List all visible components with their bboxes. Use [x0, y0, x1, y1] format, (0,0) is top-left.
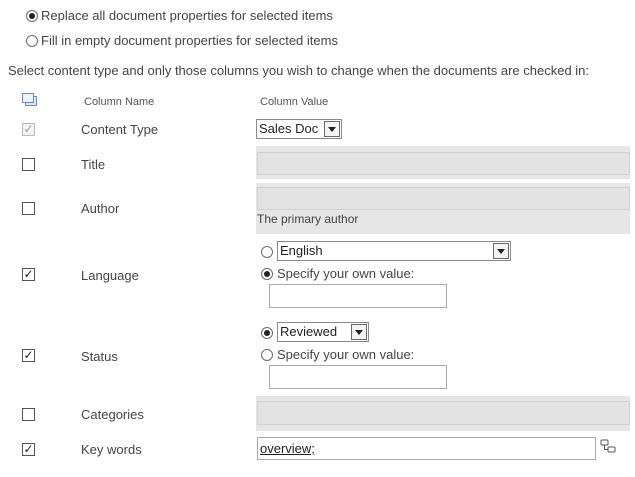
- author-label: Author: [81, 201, 120, 216]
- instructions-text: Select content type and only those colum…: [8, 63, 590, 78]
- categories-label: Categories: [81, 407, 144, 422]
- column-value-header: Column Value: [260, 96, 329, 108]
- status-checkbox[interactable]: ✓: [22, 349, 35, 362]
- content-type-label: Content Type: [81, 122, 159, 137]
- language-specify-input[interactable]: [269, 284, 447, 308]
- title-checkbox[interactable]: [22, 158, 35, 171]
- chevron-down-icon: [351, 324, 367, 340]
- fill-empty-radio[interactable]: [26, 35, 38, 47]
- title-field[interactable]: [257, 152, 630, 175]
- content-type-select-value: Sales Doc: [259, 121, 319, 136]
- content-type-select[interactable]: Sales Doc: [256, 119, 342, 139]
- status-specify-input[interactable]: [269, 365, 447, 389]
- language-select[interactable]: English: [277, 241, 511, 261]
- select-all-icon[interactable]: [22, 93, 38, 107]
- author-checkbox[interactable]: [22, 202, 35, 215]
- status-select[interactable]: Reviewed: [277, 322, 369, 342]
- status-dropdown-radio[interactable]: [261, 327, 273, 339]
- status-specify-label: Specify your own value:: [277, 347, 415, 362]
- key-words-label: Key words: [81, 442, 142, 457]
- categories-checkbox[interactable]: [22, 408, 35, 421]
- column-name-header: Column Name: [84, 96, 155, 108]
- categories-field[interactable]: [257, 401, 630, 425]
- content-type-checkbox[interactable]: ✓: [22, 123, 35, 136]
- fill-empty-label: Fill in empty document properties for se…: [41, 33, 338, 48]
- chevron-down-icon: [493, 243, 509, 259]
- language-label: Language: [81, 268, 139, 283]
- status-label: Status: [81, 349, 118, 364]
- language-specify-label: Specify your own value:: [277, 266, 415, 281]
- term-picker-icon[interactable]: [600, 439, 617, 454]
- key-words-term: overview;: [260, 441, 315, 456]
- language-dropdown-radio[interactable]: [261, 246, 273, 258]
- replace-all-label: Replace all document properties for sele…: [41, 8, 333, 23]
- status-select-value: Reviewed: [280, 324, 338, 339]
- chevron-down-icon: [324, 121, 340, 137]
- replace-all-radio[interactable]: [26, 10, 38, 22]
- key-words-input[interactable]: overview;: [257, 437, 596, 460]
- author-field[interactable]: [257, 187, 630, 210]
- title-label: Title: [81, 157, 106, 172]
- key-words-checkbox[interactable]: ✓: [22, 443, 35, 456]
- status-specify-radio[interactable]: [261, 349, 273, 361]
- language-select-value: English: [280, 243, 323, 258]
- language-checkbox[interactable]: ✓: [22, 268, 35, 281]
- author-hint: The primary author: [257, 212, 359, 226]
- language-specify-radio[interactable]: [261, 268, 273, 280]
